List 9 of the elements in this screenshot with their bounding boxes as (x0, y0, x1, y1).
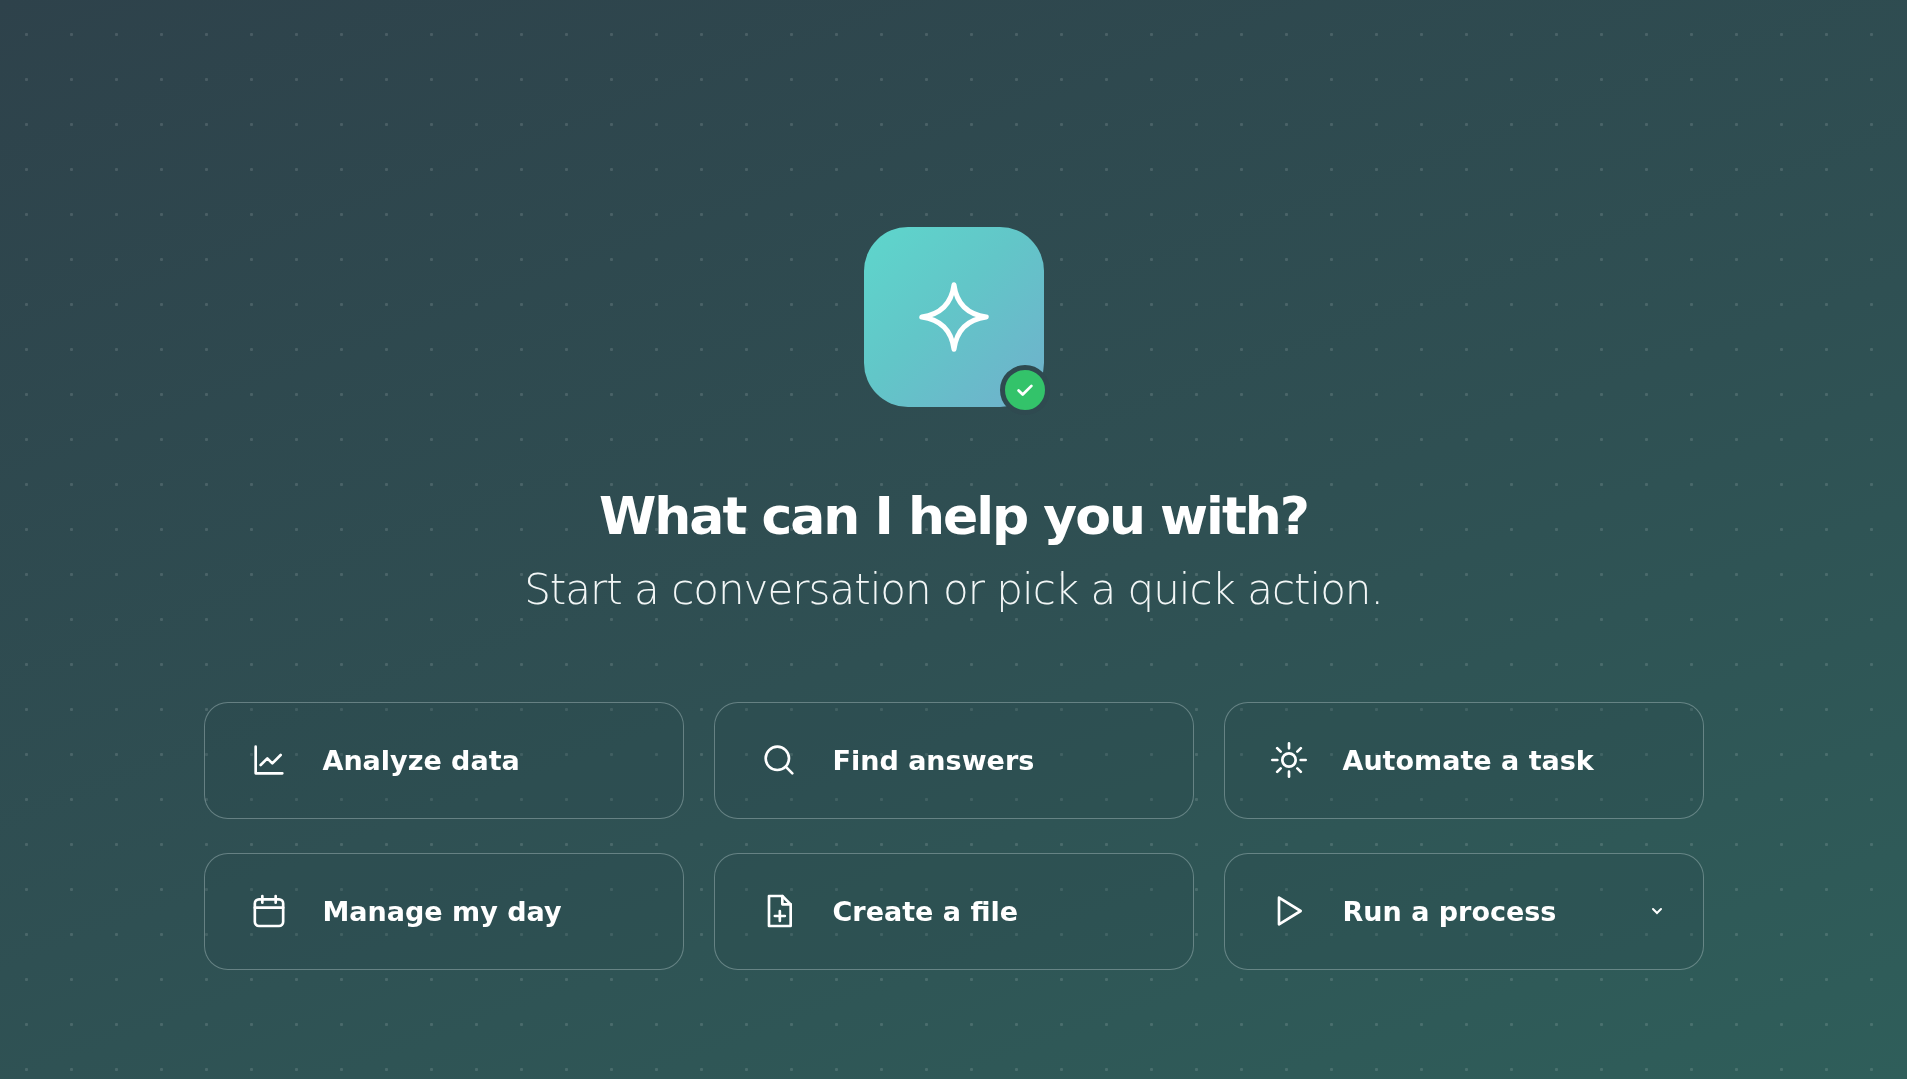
quick-action-button[interactable]: Find answers (713, 701, 1194, 819)
quick-action-button[interactable]: Analyze data (203, 701, 684, 819)
sun-icon (1268, 740, 1309, 781)
quick-action-button[interactable]: Run a process (1223, 852, 1704, 970)
quick-action-button[interactable]: Automate a task (1223, 701, 1704, 819)
quick-action-button[interactable]: Manage my day (203, 852, 684, 970)
heading: What can I help you with? (599, 485, 1308, 548)
subtitle: Start a conversation or pick a quick action. (524, 565, 1383, 616)
quick-action-button[interactable]: Create a file (713, 852, 1194, 970)
